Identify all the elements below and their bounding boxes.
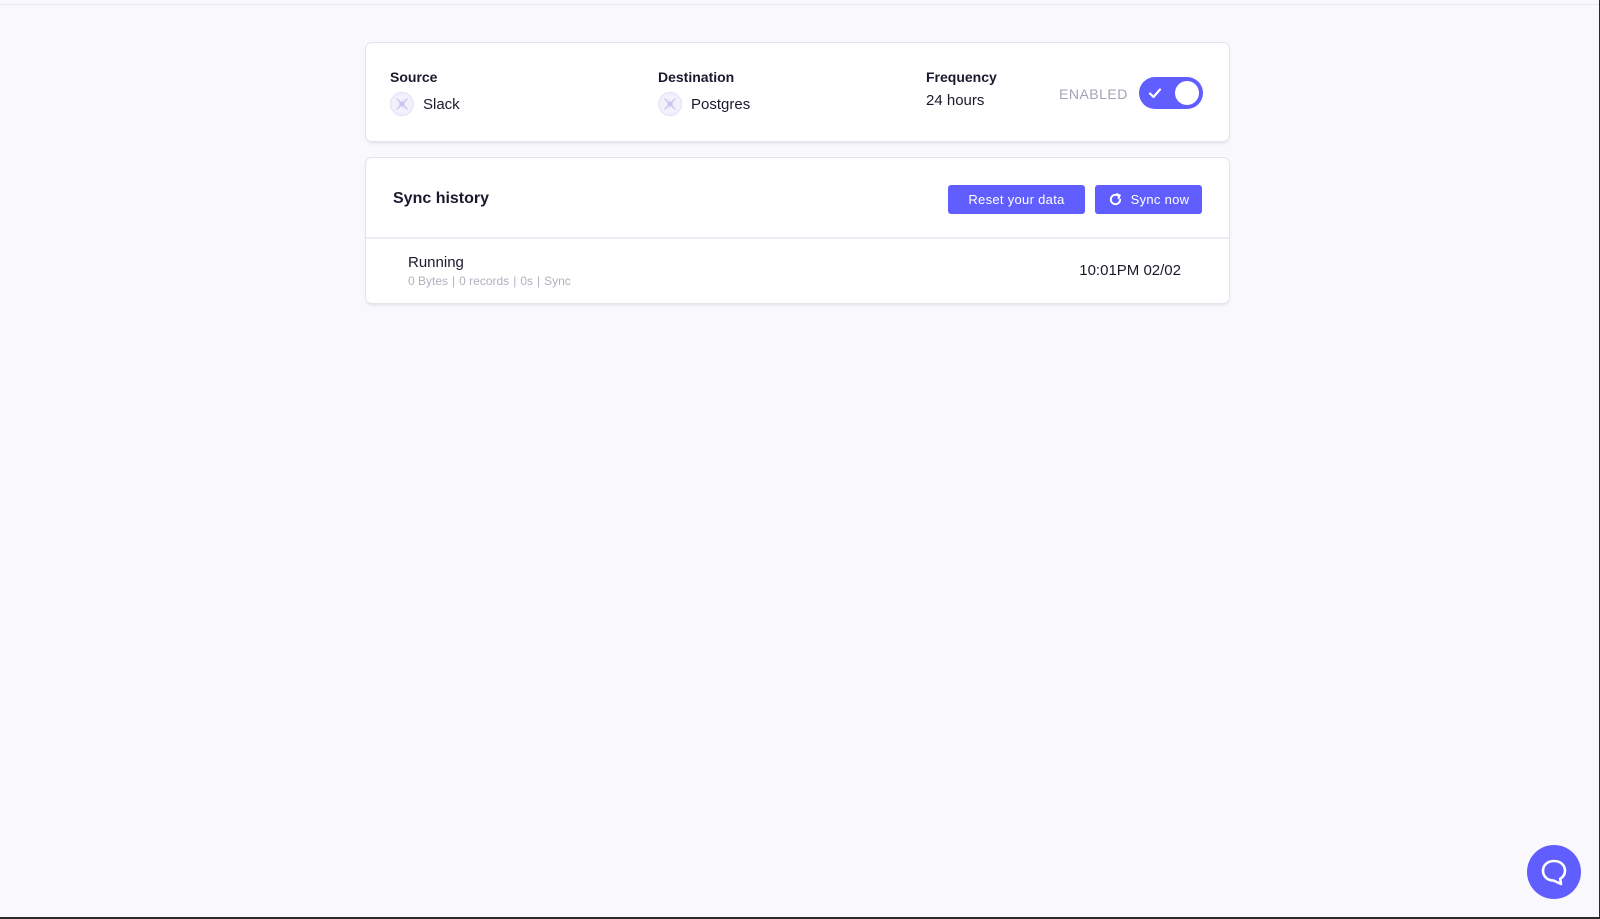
destination-value: Postgres [658,92,750,116]
sync-duration: 0s [520,274,533,288]
page: Source Slack Destination Postgres Freque… [0,0,1600,919]
frequency-label: Frequency [926,69,997,85]
source-column: Source Slack [390,69,460,116]
sync-now-button[interactable]: Sync now [1095,185,1202,214]
sync-history-card: Sync history Reset your data Sync now Ru… [366,158,1229,303]
separator: | [513,274,517,288]
source-label: Source [390,69,438,85]
chat-bubble-icon [1541,859,1567,886]
destination-column: Destination Postgres [658,69,750,116]
sync-history-row[interactable]: Running 0 Bytes | 0 records | 0s | Sync 10:01P… [366,239,1229,303]
sync-timestamp: 10:01PM 02/02 [1079,262,1181,279]
sync-history-title: Sync history [393,190,490,207]
enabled-toggle[interactable] [1139,77,1203,109]
sync-details: 0 Bytes | 0 records | 0s | Sync [408,274,571,288]
sync-records: 0 records [459,274,510,288]
sync-bytes: 0 Bytes [408,274,449,288]
sync-type: Sync [544,274,571,288]
connector-icon [390,92,414,116]
check-icon [1148,88,1162,99]
top-divider [0,4,1600,5]
toggle-knob [1175,81,1199,105]
connection-summary-card: Source Slack Destination Postgres Freque… [366,43,1229,141]
source-name: Slack [423,95,460,113]
sync-now-label: Sync now [1130,192,1190,207]
frequency-value: 24 hours [926,92,985,109]
connector-icon [658,92,682,116]
sync-status: Running [408,254,464,271]
source-value: Slack [390,92,460,116]
separator: | [452,274,456,288]
sync-history-header: Sync history Reset your data Sync now [366,158,1229,239]
enabled-status-label: ENABLED [1059,86,1128,102]
destination-label: Destination [658,69,735,85]
refresh-icon [1109,193,1121,206]
destination-name: Postgres [691,95,751,113]
frequency-column: Frequency 24 hours [926,69,997,109]
separator: | [537,274,541,288]
reset-data-button[interactable]: Reset your data [948,185,1085,214]
chat-launcher-button[interactable] [1527,845,1581,899]
